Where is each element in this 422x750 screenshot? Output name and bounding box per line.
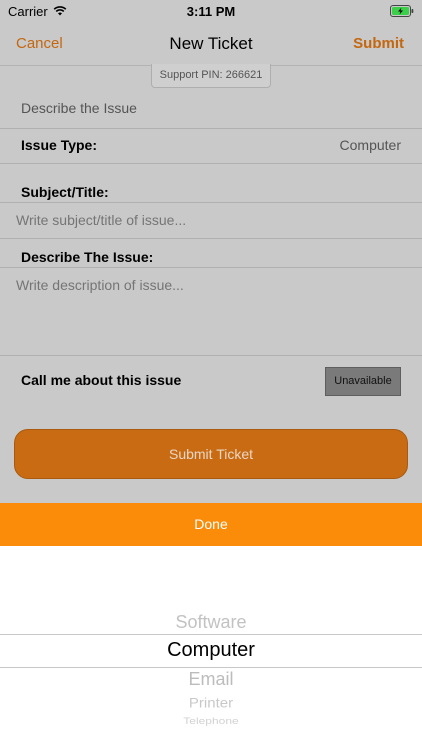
- picker-selection-top-line: [0, 634, 422, 635]
- divider: [0, 163, 422, 164]
- issue-type-label: Issue Type:: [21, 137, 97, 153]
- issue-type-selector[interactable]: Computer: [340, 137, 401, 153]
- divider: [0, 267, 422, 268]
- picker-option[interactable]: Email: [0, 669, 422, 690]
- picker-selection-bottom-line: [0, 667, 422, 668]
- divider: [0, 128, 422, 129]
- picker-option-selected[interactable]: Computer: [0, 639, 422, 662]
- describe-issue-header: Describe the Issue: [21, 100, 137, 116]
- battery-charging-icon: [390, 5, 414, 17]
- dimmed-form-background: Carrier 3:11 PM Cancel New Ticket Submit…: [0, 0, 422, 503]
- status-time: 3:11 PM: [186, 4, 236, 19]
- description-textarea[interactable]: [16, 277, 406, 347]
- issue-type-picker[interactable]: Software Computer Email Printer Telephon…: [0, 546, 422, 750]
- divider: [0, 202, 422, 203]
- call-me-label: Call me about this issue: [21, 372, 182, 388]
- subject-input[interactable]: [16, 212, 406, 228]
- submit-nav-button[interactable]: Submit: [353, 35, 404, 52]
- call-me-unavailable-button[interactable]: Unavailable: [325, 367, 401, 396]
- support-pin-badge: Support PIN: 266621: [151, 64, 271, 88]
- picker-option[interactable]: Printer: [0, 696, 422, 711]
- picker-option[interactable]: Telephone: [0, 716, 422, 727]
- divider: [0, 238, 422, 239]
- description-label: Describe The Issue:: [21, 249, 154, 265]
- subject-label: Subject/Title:: [21, 184, 109, 200]
- divider: [0, 355, 422, 356]
- status-bar: Carrier 3:11 PM: [0, 0, 422, 22]
- picker-done-button[interactable]: Done: [0, 503, 422, 546]
- navigation-bar: Cancel New Ticket Submit: [0, 22, 422, 66]
- submit-ticket-button[interactable]: Submit Ticket: [14, 429, 408, 479]
- picker-option[interactable]: Software: [0, 612, 422, 633]
